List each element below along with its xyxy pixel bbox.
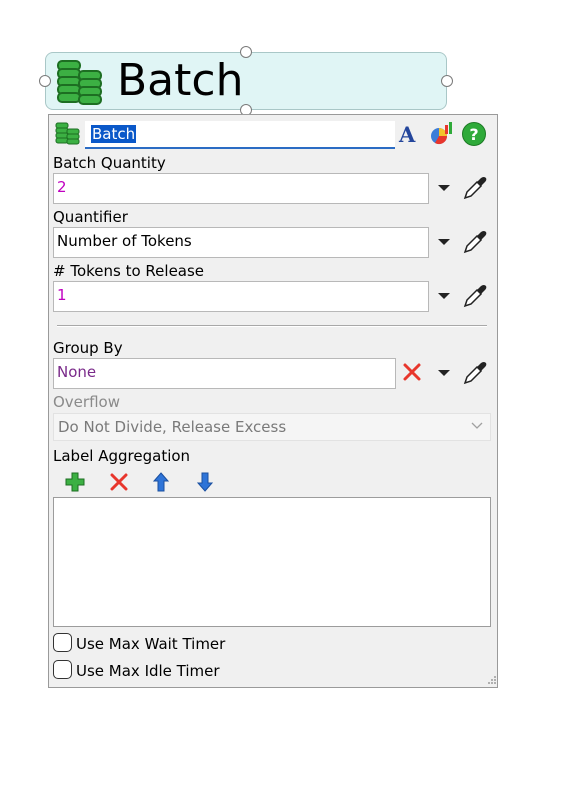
svg-text:?: ? [469, 125, 478, 144]
coins-stack-icon [57, 60, 102, 105]
group-by-label: Group By [53, 339, 123, 357]
eyedropper-icon[interactable] [462, 175, 488, 201]
chevron-down-icon[interactable] [438, 293, 450, 299]
node-title: Batch [117, 55, 244, 106]
group-by-input[interactable]: None [53, 358, 396, 389]
section-divider [57, 325, 487, 327]
max-wait-timer-label: Use Max Wait Timer [76, 635, 226, 653]
clear-icon[interactable] [402, 362, 422, 382]
resize-handle-right[interactable] [441, 75, 453, 87]
chevron-down-icon[interactable] [438, 185, 450, 191]
add-icon[interactable] [64, 471, 86, 493]
help-icon[interactable]: ? [461, 121, 487, 147]
max-idle-timer-label: Use Max Idle Timer [76, 662, 220, 680]
label-aggregation-list[interactable] [53, 497, 491, 627]
chart-icon[interactable] [429, 122, 455, 146]
batch-quantity-label: Batch Quantity [53, 154, 166, 172]
tokens-to-release-label: # Tokens to Release [53, 262, 205, 280]
quantifier-label: Quantifier [53, 208, 128, 226]
chevron-down-icon[interactable] [438, 370, 450, 376]
resize-grip-icon[interactable] [487, 675, 497, 685]
eyedropper-icon[interactable] [462, 229, 488, 255]
move-up-icon[interactable] [152, 471, 170, 493]
resize-handle-left[interactable] [39, 75, 51, 87]
remove-icon[interactable] [108, 471, 130, 493]
coins-stack-icon [55, 122, 80, 145]
move-down-icon[interactable] [196, 471, 214, 493]
batch-node[interactable] [45, 52, 447, 110]
chevron-down-icon [471, 422, 483, 429]
max-idle-timer-checkbox[interactable] [53, 660, 72, 679]
font-icon[interactable]: A [399, 122, 415, 147]
label-aggregation-label: Label Aggregation [53, 447, 191, 465]
overflow-label: Overflow [53, 393, 120, 411]
eyedropper-icon[interactable] [462, 283, 488, 309]
tokens-to-release-input[interactable]: 1 [53, 281, 429, 312]
quantifier-input[interactable]: Number of Tokens [53, 227, 429, 258]
name-input-value: Batch [91, 125, 137, 143]
max-wait-timer-checkbox[interactable] [53, 633, 72, 652]
batch-quantity-input[interactable]: 2 [53, 173, 429, 204]
overflow-select[interactable]: Do Not Divide, Release Excess [53, 413, 491, 441]
chevron-down-icon[interactable] [438, 239, 450, 245]
eyedropper-icon[interactable] [462, 360, 488, 386]
